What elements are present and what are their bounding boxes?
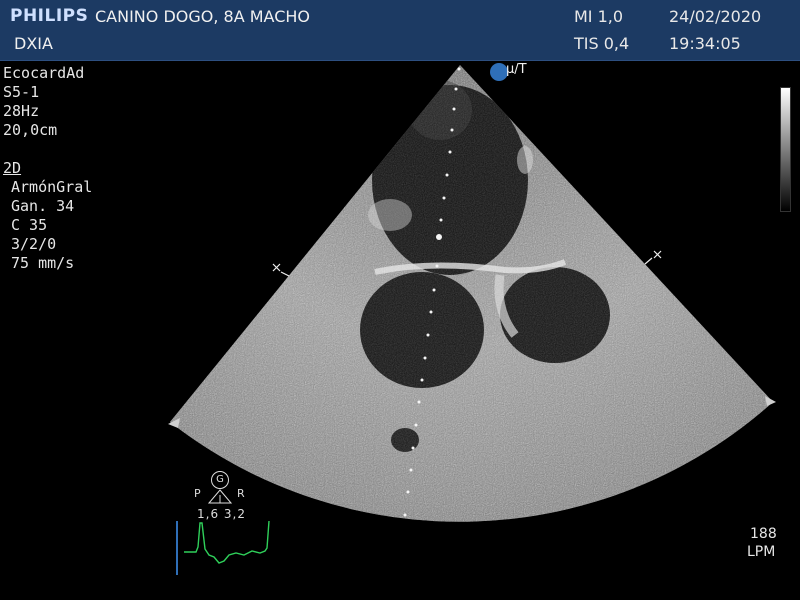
persistence-setting: 3/2/0 xyxy=(11,235,57,253)
preset-label: EcocardAd xyxy=(3,64,85,82)
heart-rate-unit: LPM xyxy=(747,544,776,560)
r-label: R xyxy=(237,487,245,500)
physio-triangle-icon xyxy=(208,489,232,504)
frame-rate: 28Hz xyxy=(3,102,40,120)
gain-setting: Gan. 34 xyxy=(11,197,75,215)
brand-logo: PHILIPS xyxy=(10,6,89,26)
focus-marker-right xyxy=(644,250,662,265)
grayscale-bar xyxy=(780,87,791,212)
probe-label: S5-1 xyxy=(3,83,40,101)
physio-g-icon: G xyxy=(211,471,229,489)
compression-setting: C 35 xyxy=(11,216,48,234)
focus-marker-left xyxy=(272,263,290,277)
patient-name: CANINO DOGO, 8A MACHO xyxy=(95,7,311,26)
thermal-index: TIS 0,4 xyxy=(574,34,630,53)
exam-date: 24/02/2020 xyxy=(669,7,762,26)
ultrasound-image xyxy=(168,63,776,522)
imaging-mode: 2D xyxy=(3,159,22,177)
acquisition-params: EcocardAd S5-1 28Hz 20,0cm 2D ArmónGral … xyxy=(3,64,92,273)
heart-rate-value: 188 xyxy=(750,526,777,542)
depth: 20,0cm xyxy=(3,121,58,139)
ecg-trace xyxy=(176,520,270,575)
sweep-speed: 75 mm/s xyxy=(11,254,75,272)
p-label: P xyxy=(194,487,201,500)
scan-sector xyxy=(170,65,773,522)
harmonic-setting: ArmónGral xyxy=(11,178,93,196)
mechanical-index: MI 1,0 xyxy=(574,7,624,26)
department-label: DXIA xyxy=(14,34,53,53)
orientation-marker-label: μ/T xyxy=(506,62,527,77)
header-bar: PHILIPS CANINO DOGO, 8A MACHO DXIA MI 1,… xyxy=(0,0,800,61)
exam-time: 19:34:05 xyxy=(669,34,741,53)
